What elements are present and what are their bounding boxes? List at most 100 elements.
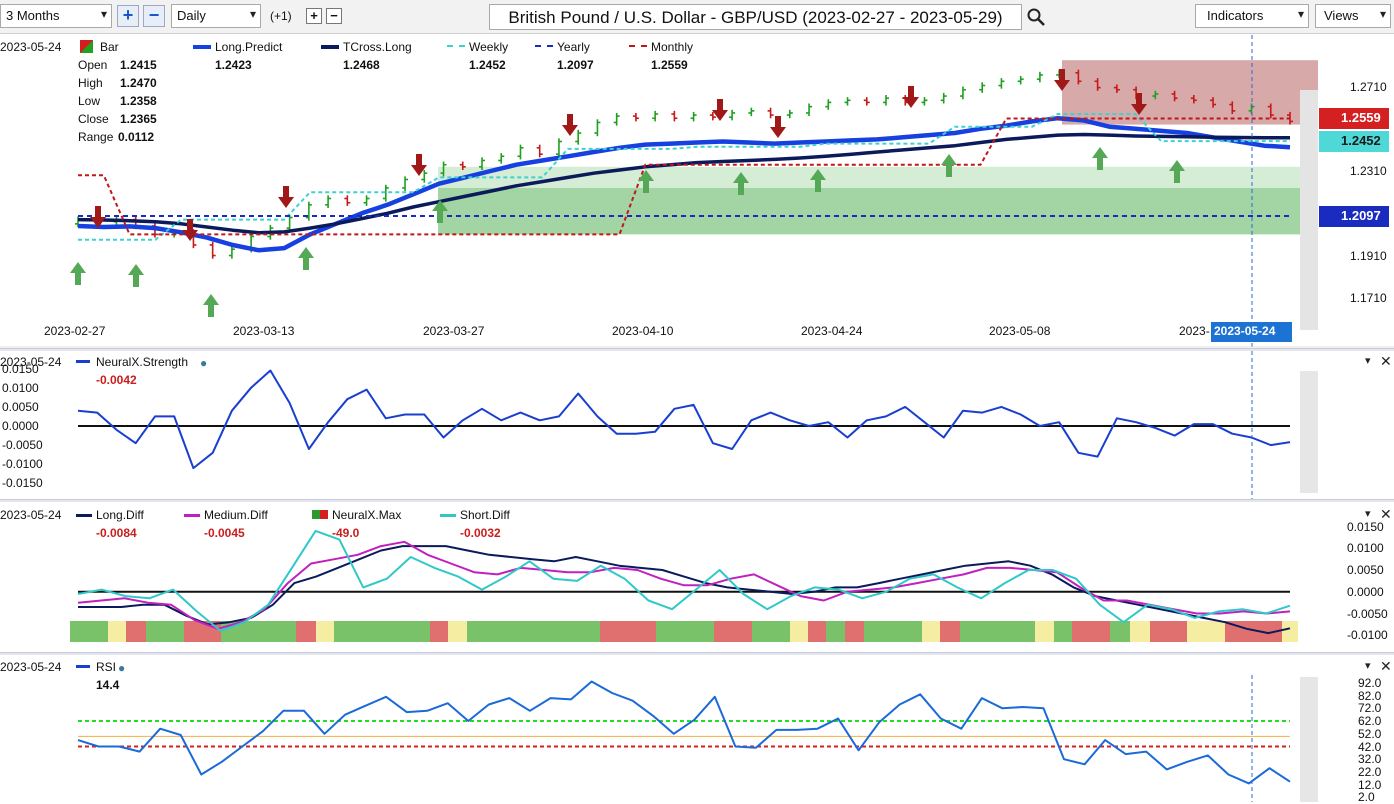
views-button[interactable]: Views ▾ <box>1315 4 1391 28</box>
diff-tick-label: -0.0050 <box>1347 606 1388 621</box>
neuralx-max-cell <box>1072 621 1110 642</box>
ohlc-close-value: 1.2365 <box>120 112 157 126</box>
legend-long-predict-value: 1.2423 <box>215 58 252 72</box>
diff-pane[interactable]: 2023-05-24 Long.Diff -0.0084 Medium.Diff -0… <box>0 502 1394 652</box>
ohlc-low-value: 1.2358 <box>120 94 157 108</box>
sell-arrow-icon <box>770 127 786 138</box>
bar-icon <box>80 40 93 53</box>
diff-tick-label: -0.0100 <box>1347 628 1388 643</box>
neuralx-max-cell <box>826 621 845 642</box>
price-chart[interactable] <box>0 35 1394 348</box>
scroll-track <box>1300 90 1318 330</box>
buy-arrow-icon <box>75 273 81 285</box>
legend-swatch <box>440 514 456 517</box>
diff-chart[interactable] <box>0 502 1394 652</box>
neuralx-max-cell <box>334 621 430 642</box>
neuralx-max-cell <box>1150 621 1187 642</box>
ohlc-low-label: Low <box>78 94 101 108</box>
neuralx-max-cell <box>808 621 826 642</box>
rsi-name: RSI <box>96 660 117 674</box>
price-tick-label: 1.1710 <box>1350 290 1387 305</box>
search-icon[interactable] <box>1026 7 1048 29</box>
offset-increase-button[interactable]: + <box>306 8 322 24</box>
interval-select[interactable]: Daily ▾ <box>171 4 261 28</box>
rsi-swatch <box>76 665 90 668</box>
strength-tick-label: 0.0150 <box>2 361 39 376</box>
series-rsi <box>77 680 1291 785</box>
price-pane[interactable]: 2023-05-24 Bar Open 1.2415 High 1.2470 Low 1.… <box>0 35 1394 348</box>
price-badge: 1.2452 <box>1319 131 1389 153</box>
price-tick-label: 1.2710 <box>1350 79 1387 94</box>
diff-legend-medium-diff-name: Medium.Diff <box>204 508 268 522</box>
rsi-date: 2023-05-24 <box>0 660 62 674</box>
info-dot-icon: ● <box>200 356 208 370</box>
sell-arrow-icon <box>187 219 193 231</box>
offset-label: (+1) <box>270 9 292 23</box>
range-select-value: 3 Months <box>6 8 60 23</box>
legend-weekly-name: Weekly <box>469 40 509 54</box>
rsi-value: 14.4 <box>96 678 120 692</box>
neuralx-max-cell <box>296 621 316 642</box>
zoom-out-button[interactable]: − <box>143 5 165 27</box>
legend-swatch <box>447 45 465 47</box>
toolbar: 3 Months ▾ + − Daily ▾ (+1) + − British … <box>0 0 1394 34</box>
strength-value: -0.0042 <box>96 373 137 387</box>
diff-tick-label: 0.0000 <box>1347 584 1384 599</box>
diff-legend-neuralx-max-name: NeuralX.Max <box>332 508 402 522</box>
strength-tick-label: -0.0150 <box>2 476 43 491</box>
range-select[interactable]: 3 Months ▾ <box>0 4 112 28</box>
neuralx-max-cell <box>864 621 922 642</box>
pane-close-icon[interactable]: ✕ <box>1380 353 1392 370</box>
date-tick-label: 2023-05-08 <box>989 324 1051 338</box>
pane-collapse-icon[interactable]: ▾ <box>1365 507 1371 520</box>
strength-chart[interactable] <box>0 351 1394 499</box>
legend-swatch <box>193 45 211 49</box>
buy-arrow-icon <box>643 181 649 193</box>
views-label: Views <box>1324 8 1359 23</box>
neuralx-max-cell <box>1282 621 1298 642</box>
series-long-diff <box>78 545 1291 635</box>
legend-yearly-value: 1.2097 <box>557 58 594 72</box>
legend-swatch <box>76 514 92 517</box>
diff-tick-label: 0.0150 <box>1347 519 1384 534</box>
sell-arrow-icon <box>283 186 289 198</box>
series-medium-diff <box>77 540 1291 630</box>
neuralx-max-cell <box>752 621 790 642</box>
pane-collapse-icon[interactable]: ▾ <box>1365 354 1371 367</box>
strength-tick-label: 0.0050 <box>2 399 39 414</box>
price-pane-date: 2023-05-24 <box>0 40 62 54</box>
rsi-chart[interactable] <box>0 655 1394 802</box>
pane-close-icon[interactable]: ✕ <box>1380 658 1392 675</box>
chart-title[interactable]: British Pound / U.S. Dollar - GBP/USD (2… <box>489 4 1022 30</box>
neuralx-max-cell <box>448 621 467 642</box>
diff-legend-neuralx-max-value: -49.0 <box>332 526 360 540</box>
neuralx-max-cell <box>600 621 656 642</box>
strength-tick-label: -0.0100 <box>2 457 43 472</box>
pane-collapse-icon[interactable]: ▾ <box>1365 659 1371 672</box>
offset-decrease-button[interactable]: − <box>326 8 342 24</box>
neuralx-max-cell <box>1110 621 1130 642</box>
sell-arrow-icon <box>416 154 422 166</box>
strength-pane[interactable]: 2023-05-24 NeuralX.Strength ● -0.0042 ▾ … <box>0 351 1394 499</box>
zoom-in-button[interactable]: + <box>117 5 139 27</box>
ohlc-close-label: Close <box>78 112 109 126</box>
diff-legend-medium-diff-value: -0.0045 <box>204 526 245 540</box>
series-neuralx-strength <box>77 369 1291 470</box>
buy-arrow-icon <box>208 305 214 317</box>
buy-arrow-icon <box>70 262 86 273</box>
indicators-button[interactable]: Indicators ▾ <box>1195 4 1309 28</box>
sell-arrow-icon <box>567 114 573 126</box>
chevron-down-icon: ▾ <box>249 7 256 21</box>
buy-arrow-icon <box>133 275 139 287</box>
price-badge: 1.2559 <box>1319 108 1389 130</box>
legend-swatch <box>321 45 339 49</box>
neuralx-max-cell <box>940 621 960 642</box>
neuralx-max-cell <box>316 621 334 642</box>
diff-tick-label: 0.0050 <box>1347 563 1384 578</box>
buy-arrow-icon <box>941 154 957 165</box>
diff-legend-short-diff-name: Short.Diff <box>460 508 510 522</box>
rsi-pane[interactable]: 2023-05-24 RSI ● 14.4 ▾ ✕ 92.0 82.0 72.0 62… <box>0 655 1394 804</box>
legend-swatch <box>535 45 553 47</box>
date-tick-label: 2023- <box>1179 324 1210 338</box>
neuralx-max-cell <box>126 621 146 642</box>
